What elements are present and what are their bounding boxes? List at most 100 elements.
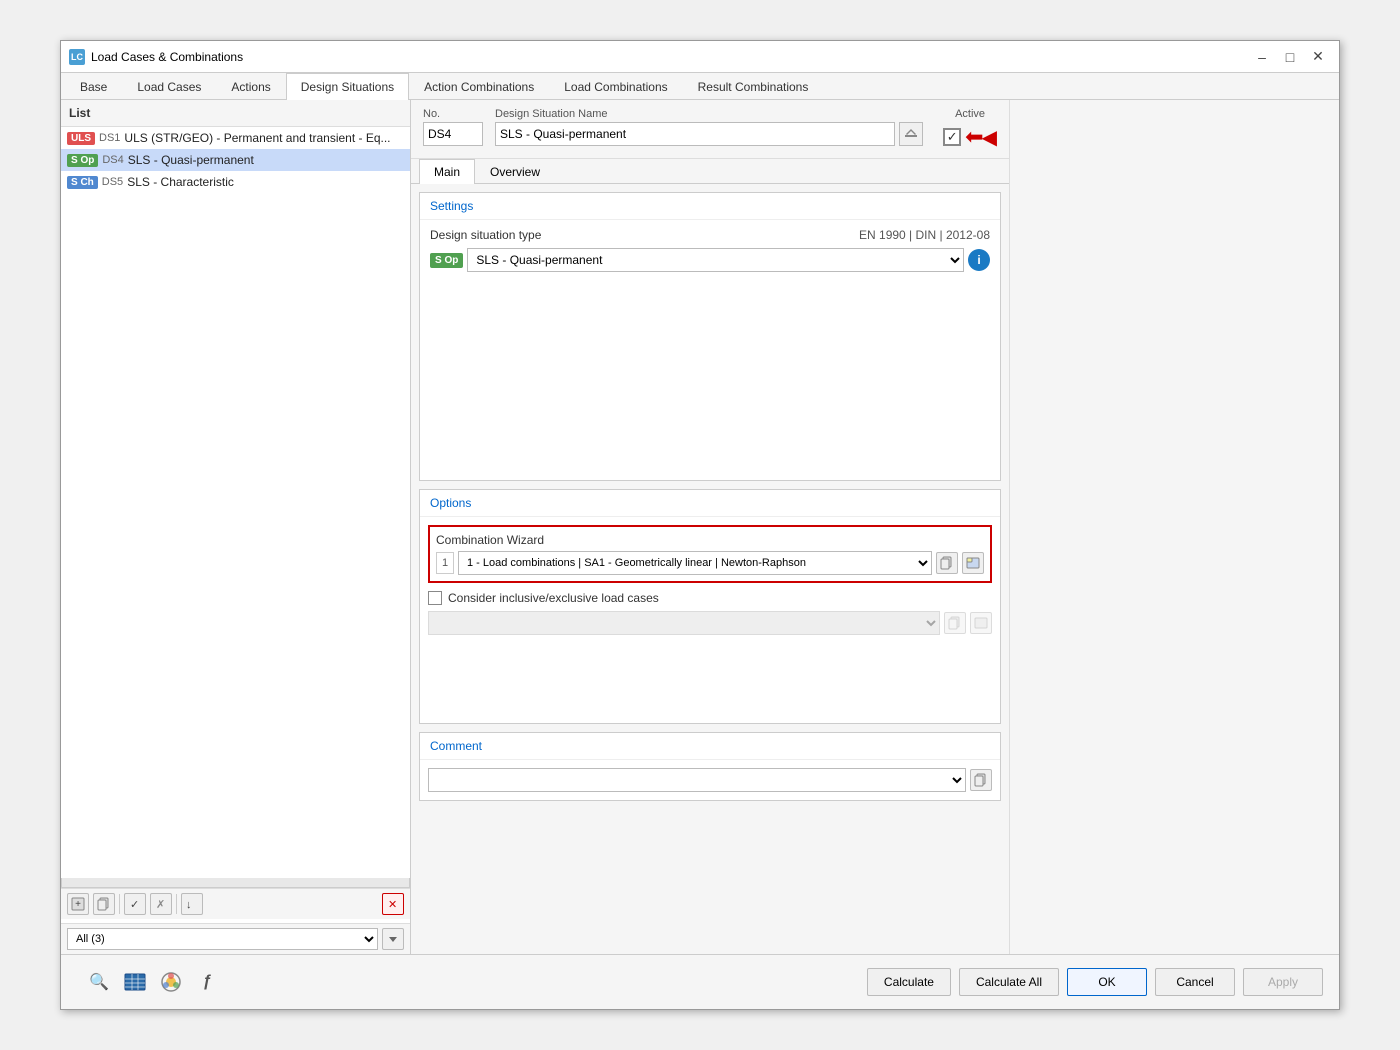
main-area: Settings Design situation type EN 1990 |… xyxy=(411,184,1009,954)
close-button[interactable]: ✕ xyxy=(1305,47,1331,67)
name-row xyxy=(495,122,923,146)
color-icon-button[interactable] xyxy=(157,968,185,996)
tab-actions[interactable]: Actions xyxy=(216,73,285,100)
inner-tab-overview[interactable]: Overview xyxy=(475,159,555,184)
comment-select[interactable] xyxy=(428,768,966,792)
inclusive-row: Consider inclusive/exclusive load cases xyxy=(428,591,992,605)
type-dropdown-row: S Op SLS - Quasi-permanent i xyxy=(430,248,990,272)
badge-sch: S Ch xyxy=(67,176,98,189)
svg-text:+: + xyxy=(75,899,81,910)
apply-button[interactable]: Apply xyxy=(1243,968,1323,996)
inner-tab-bar: Main Overview xyxy=(411,159,1009,184)
type-row: Design situation type EN 1990 | DIN | 20… xyxy=(430,228,990,242)
wizard-row: 1 1 - Load combinations | SA1 - Geometri… xyxy=(436,551,984,575)
active-checkbox[interactable] xyxy=(943,128,961,146)
inclusive-select[interactable] xyxy=(428,611,940,635)
options-title: Options xyxy=(420,490,1000,517)
tab-load-cases[interactable]: Load Cases xyxy=(122,73,216,100)
item-text-2: SLS - Characteristic xyxy=(127,175,234,189)
no-label: No. xyxy=(423,108,483,120)
tab-load-combinations[interactable]: Load Combinations xyxy=(549,73,682,100)
arrow-indicator-red: ◀ xyxy=(982,125,997,150)
comment-section: Comment xyxy=(419,732,1001,801)
list-item-2[interactable]: S Ch DS5 SLS - Characteristic xyxy=(61,171,410,193)
cancel-button[interactable]: Cancel xyxy=(1155,968,1235,996)
name-label: Design Situation Name xyxy=(495,108,923,120)
toolbar-sep2 xyxy=(176,894,177,914)
wizard-num: 1 xyxy=(436,552,454,574)
list-item-selected[interactable]: S Op DS4 SLS - Quasi-permanent xyxy=(61,149,410,171)
tab-action-combinations[interactable]: Action Combinations xyxy=(409,73,549,100)
wizard-select[interactable]: 1 - Load combinations | SA1 - Geometrica… xyxy=(458,551,932,575)
combination-wizard-box: Combination Wizard 1 1 - Load combinatio… xyxy=(428,525,992,583)
svg-text:✓: ✓ xyxy=(130,899,139,911)
tab-result-combinations[interactable]: Result Combinations xyxy=(683,73,824,100)
minimize-button[interactable]: – xyxy=(1249,47,1275,67)
item-id-1: DS4 xyxy=(102,154,123,166)
active-label: Active xyxy=(955,108,985,120)
bottom-icons: 🔍 ƒ xyxy=(77,968,859,996)
wizard-label: Combination Wizard xyxy=(436,533,984,547)
inclusive-copy-button[interactable] xyxy=(944,612,966,634)
toolbar-sep xyxy=(119,894,120,914)
edit-name-button[interactable] xyxy=(899,122,923,146)
delete-button[interactable]: ✕ xyxy=(382,893,404,915)
badge-uls: ULS xyxy=(67,132,95,145)
uncheck-all-button[interactable]: ✗ xyxy=(150,893,172,915)
tab-design-situations[interactable]: Design Situations xyxy=(286,73,409,100)
inclusive-checkbox[interactable] xyxy=(428,591,442,605)
filter-row: All (3) xyxy=(61,923,410,954)
calculate-button[interactable]: Calculate xyxy=(867,968,951,996)
filter-dropdown[interactable]: All (3) xyxy=(67,928,378,950)
detail-header-row: No. Design Situation Name Active xyxy=(411,100,1009,159)
left-toolbar: + ✓ ✗ ↓ ✕ xyxy=(61,888,410,919)
bottom-bar: 🔍 ƒ Calculate Calculate All OK Cancel Ap… xyxy=(61,954,1339,1009)
list-item[interactable]: ULS DS1 ULS (STR/GEO) - Permanent and tr… xyxy=(61,127,410,149)
svg-text:✗: ✗ xyxy=(156,899,165,911)
badge-sop: S Op xyxy=(67,154,98,167)
table-icon-button[interactable] xyxy=(121,968,149,996)
item-id-2: DS5 xyxy=(102,176,123,188)
name-field-group: Design Situation Name xyxy=(495,108,923,146)
settings-section: Settings Design situation type EN 1990 |… xyxy=(419,192,1001,481)
add-item-button[interactable]: + xyxy=(67,893,89,915)
settings-content: Design situation type EN 1990 | DIN | 20… xyxy=(420,220,1000,480)
calculate-all-button[interactable]: Calculate All xyxy=(959,968,1059,996)
svg-text:✕: ✕ xyxy=(388,899,397,911)
list-header: List xyxy=(61,100,410,127)
wizard-open-button[interactable] xyxy=(962,552,984,574)
title-bar: LC Load Cases & Combinations – □ ✕ xyxy=(61,41,1339,73)
inclusive-open-button[interactable] xyxy=(970,612,992,634)
comment-content xyxy=(420,760,1000,800)
content-area: List ULS DS1 ULS (STR/GEO) - Permanent a… xyxy=(61,100,1339,954)
left-panel: List ULS DS1 ULS (STR/GEO) - Permanent a… xyxy=(61,100,411,954)
search-icon-button[interactable]: 🔍 xyxy=(85,968,113,996)
inner-tab-main[interactable]: Main xyxy=(419,159,475,184)
ok-button[interactable]: OK xyxy=(1067,968,1147,996)
wizard-copy-button[interactable] xyxy=(936,552,958,574)
check-all-button[interactable]: ✓ xyxy=(124,893,146,915)
info-button[interactable]: i xyxy=(968,249,990,271)
options-content: Combination Wizard 1 1 - Load combinatio… xyxy=(420,517,1000,723)
list-scrollbar[interactable] xyxy=(61,878,410,888)
import-button[interactable]: ↓ xyxy=(181,893,203,915)
copy-item-button[interactable] xyxy=(93,893,115,915)
empty-settings-area xyxy=(430,272,990,472)
options-empty-area xyxy=(428,635,992,715)
type-label: Design situation type xyxy=(430,228,541,242)
comment-copy-button[interactable] xyxy=(970,769,992,791)
list-items: ULS DS1 ULS (STR/GEO) - Permanent and tr… xyxy=(61,127,410,878)
name-input[interactable] xyxy=(495,122,895,146)
inclusive-dropdown-row xyxy=(428,611,992,635)
no-input[interactable] xyxy=(423,122,483,146)
type-select[interactable]: SLS - Quasi-permanent xyxy=(467,248,964,272)
options-section: Options Combination Wizard 1 1 - Load co… xyxy=(419,489,1001,724)
formula-icon-button[interactable]: ƒ xyxy=(193,968,221,996)
tab-base[interactable]: Base xyxy=(65,73,122,100)
filter-expand-button[interactable] xyxy=(382,928,404,950)
maximize-button[interactable]: □ xyxy=(1277,47,1303,67)
item-text-0: ULS (STR/GEO) - Permanent and transient … xyxy=(124,131,390,145)
main-window: LC Load Cases & Combinations – □ ✕ Base … xyxy=(60,40,1340,1010)
inclusive-label: Consider inclusive/exclusive load cases xyxy=(448,591,659,605)
no-field-group: No. xyxy=(423,108,483,146)
